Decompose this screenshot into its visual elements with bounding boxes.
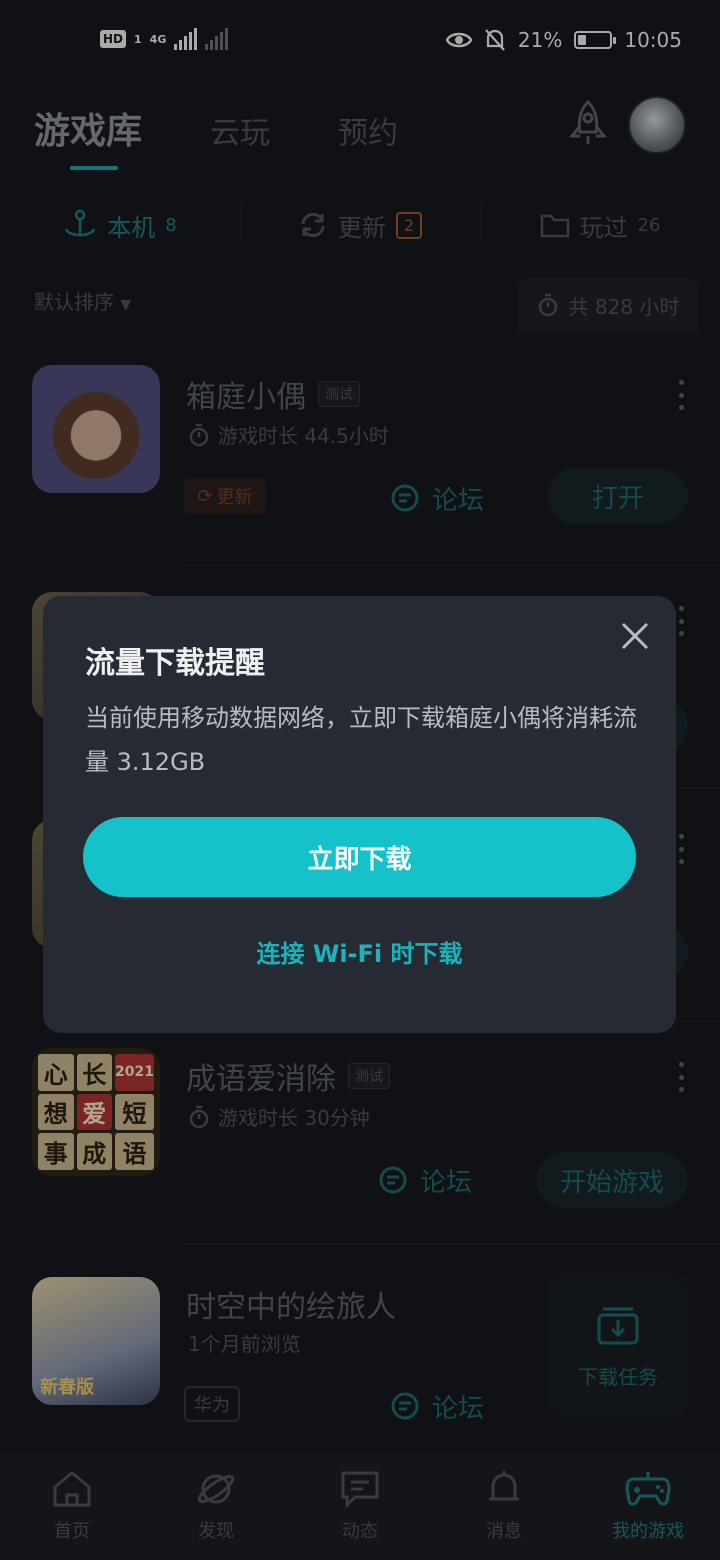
dialog-message: 当前使用移动数据网络，立即下载箱庭小偶将消耗流量 3.12GB (85, 704, 637, 776)
app-screen: HD 1 4G 21% 10:05 游戏库 云玩 预约 本机 8 更新 2 玩过… (0, 0, 720, 1560)
download-now-button[interactable]: 立即下载 (83, 817, 636, 897)
close-icon[interactable] (617, 618, 653, 654)
data-download-dialog: 流量下载提醒 当前使用移动数据网络，立即下载箱庭小偶将消耗流量 3.12GB 立… (43, 596, 676, 1033)
dialog-title: 流量下载提醒 (85, 646, 265, 681)
download-on-wifi-button[interactable]: 连接 Wi-Fi 时下载 (43, 934, 676, 969)
